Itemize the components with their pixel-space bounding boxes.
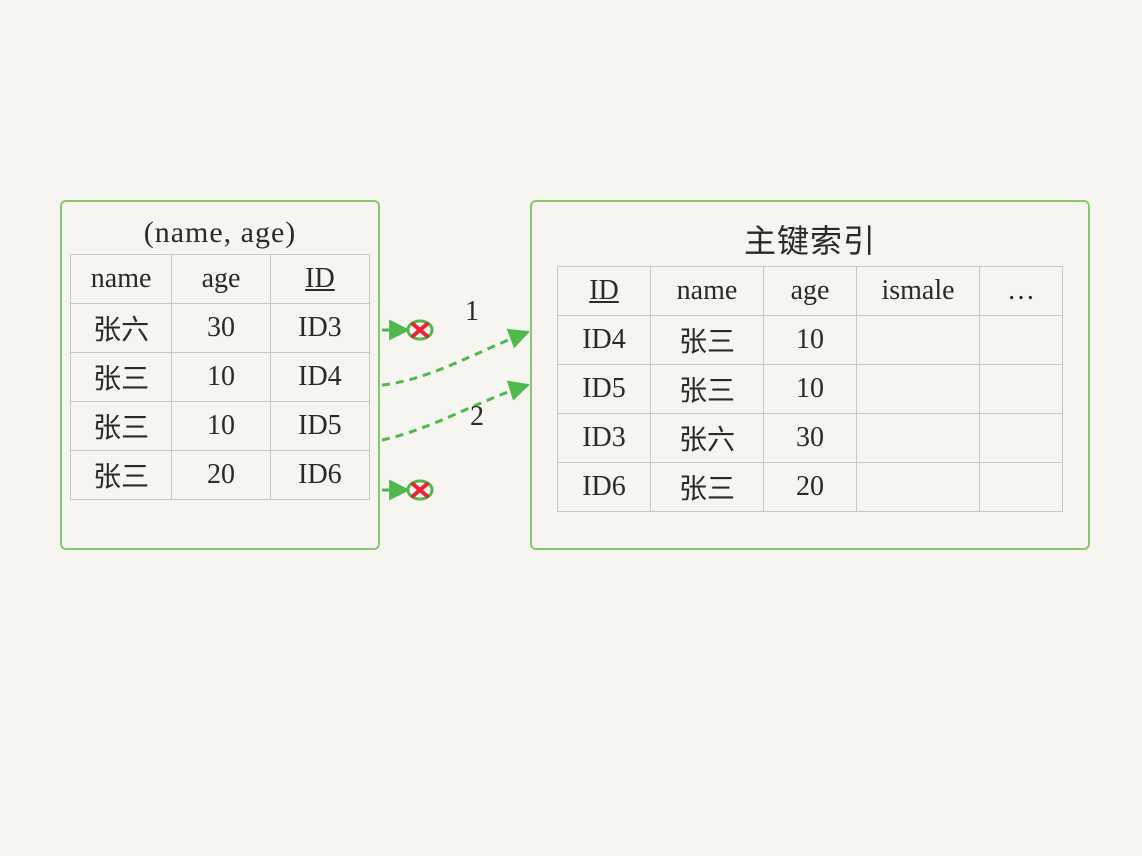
col-age: age — [764, 267, 857, 316]
lookup-arrow-1 — [382, 332, 528, 385]
table-row: 张三 20 ID6 — [71, 451, 370, 500]
table-row: ID5 张三 10 — [558, 365, 1063, 414]
table-header-row: ID name age ismale … — [558, 267, 1063, 316]
table-row: ID6 张三 20 — [558, 463, 1063, 512]
col-ismale: ismale — [857, 267, 980, 316]
secondary-index-box: (name, age) name age ID 张六 30 ID3 张三 10 … — [60, 200, 380, 550]
col-age: age — [172, 255, 271, 304]
lookup-arrow-2 — [382, 385, 528, 440]
col-extra: … — [980, 267, 1063, 316]
primary-key-index-title: 主键索引 — [540, 210, 1080, 266]
secondary-index-title: (name, age) — [70, 210, 370, 254]
arrow-label-2: 2 — [470, 401, 484, 432]
col-name: name — [651, 267, 764, 316]
col-id: ID — [270, 255, 369, 304]
diagram-stage: (name, age) name age ID 张六 30 ID3 张三 10 … — [0, 0, 1142, 856]
arrow-label-1: 1 — [465, 296, 479, 327]
reject-icon — [408, 321, 432, 339]
table-row: 张六 30 ID3 — [71, 304, 370, 353]
table-row: ID3 张六 30 — [558, 414, 1063, 463]
primary-key-index-box: 主键索引 ID name age ismale … ID4 张三 10 ID5 … — [530, 200, 1090, 550]
table-header-row: name age ID — [71, 255, 370, 304]
col-id: ID — [558, 267, 651, 316]
reject-icon — [408, 481, 432, 499]
primary-key-index-table: ID name age ismale … ID4 张三 10 ID5 张三 10 — [557, 266, 1063, 512]
table-row: 张三 10 ID4 — [71, 353, 370, 402]
col-name: name — [71, 255, 172, 304]
table-row: 张三 10 ID5 — [71, 402, 370, 451]
secondary-index-table: name age ID 张六 30 ID3 张三 10 ID4 张三 10 ID… — [70, 254, 370, 500]
table-row: ID4 张三 10 — [558, 316, 1063, 365]
